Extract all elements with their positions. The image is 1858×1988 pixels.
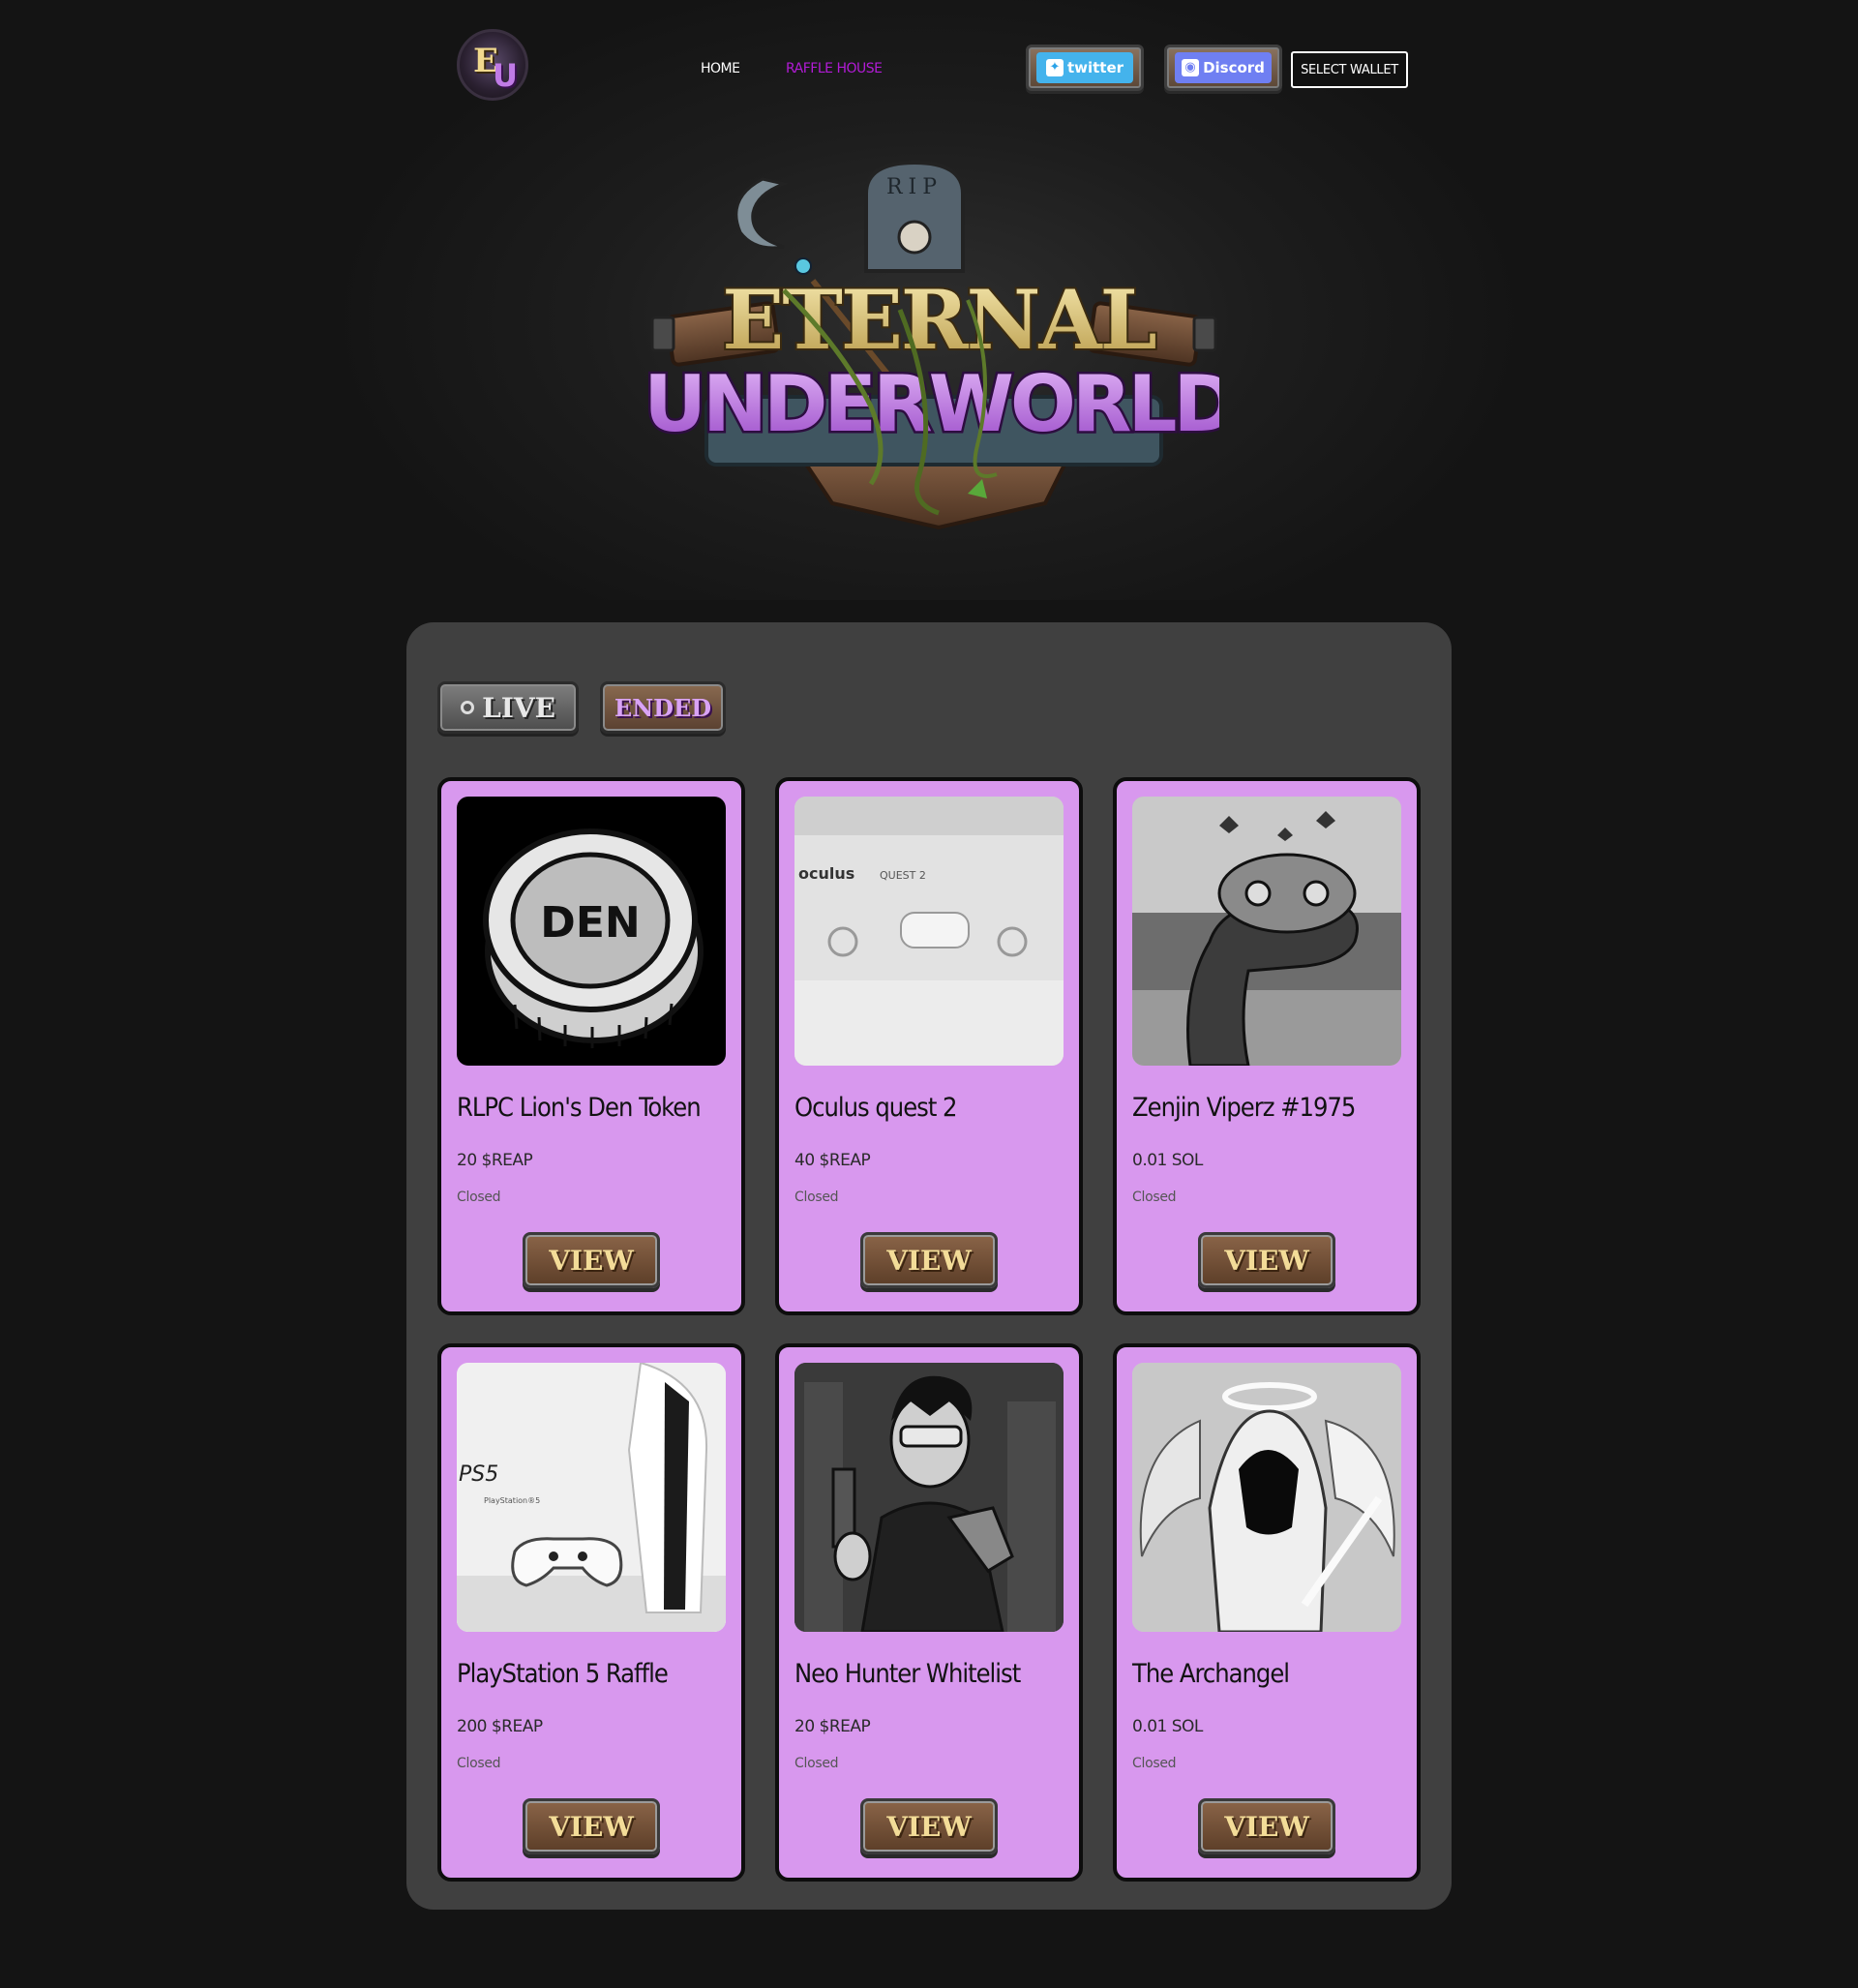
card-title: Oculus quest 2 — [794, 1093, 958, 1123]
coin-text: DEN — [540, 898, 640, 948]
site-header: E U Home Raffle House ✦ twitter ◉ Discor… — [0, 0, 1858, 136]
card-price: 0.01 SOL — [1132, 1151, 1203, 1170]
ps5-console-image: PS5 PlayStation®5 — [457, 1363, 726, 1632]
oculus-brand-text: oculus — [798, 864, 854, 883]
nav-home-link[interactable]: Home — [701, 61, 740, 76]
view-button[interactable]: VIEW — [1198, 1232, 1335, 1288]
card-status: Closed — [457, 1190, 501, 1205]
raffle-card: The Archangel 0.01 SOL Closed VIEW — [1113, 1343, 1421, 1882]
oculus-box-image: oculus QUEST 2 — [794, 797, 1064, 1066]
card-status: Closed — [794, 1190, 839, 1205]
ps5-logo-text: PS5 — [459, 1462, 498, 1487]
discord-button-face: ◉ Discord — [1175, 52, 1272, 83]
discord-logo-icon: ◉ — [1182, 59, 1200, 76]
card-status: Closed — [1132, 1756, 1177, 1771]
view-button[interactable]: VIEW — [860, 1232, 998, 1288]
discord-label: Discord — [1203, 59, 1265, 76]
cyberpunk-hunter-image — [794, 1363, 1064, 1632]
tombstone-text: RIP — [886, 175, 943, 199]
tab-ended[interactable]: ENDED — [600, 681, 726, 734]
card-title: RLPC Lion's Den Token — [457, 1093, 702, 1123]
card-title: Neo Hunter Whitelist — [794, 1659, 1021, 1689]
twitter-button[interactable]: ✦ twitter — [1026, 45, 1144, 91]
card-title: Zenjin Viperz #1975 — [1132, 1093, 1356, 1123]
pixel-serpent-image — [1132, 797, 1401, 1066]
card-price: 200 $REAP — [457, 1717, 543, 1736]
den-coin-image: DEN — [457, 797, 726, 1066]
raffle-card: oculus QUEST 2 Oculus quest 2 40 $REAP C… — [775, 777, 1083, 1315]
discord-button[interactable]: ◉ Discord — [1164, 45, 1282, 91]
card-price: 20 $REAP — [457, 1151, 533, 1170]
tab-live[interactable]: LIVE — [437, 681, 579, 734]
twitter-label: twitter — [1066, 59, 1124, 76]
tab-ended-label: ENDED — [614, 693, 712, 722]
view-button[interactable]: VIEW — [523, 1232, 660, 1288]
card-title: PlayStation 5 Raffle — [457, 1659, 669, 1689]
card-status: Closed — [1132, 1190, 1177, 1205]
logo-title-bottom: UNDERWORLD — [648, 359, 1219, 449]
view-button[interactable]: VIEW — [523, 1798, 660, 1854]
ps5-brand-text: PlayStation®5 — [484, 1496, 540, 1505]
card-status: Closed — [457, 1756, 501, 1771]
logo-letter-u: U — [493, 57, 518, 94]
card-price: 0.01 SOL — [1132, 1717, 1203, 1736]
nav-raffle-house-link[interactable]: Raffle House — [786, 61, 883, 76]
view-button[interactable]: VIEW — [860, 1798, 998, 1854]
site-logo[interactable]: E U — [457, 29, 528, 101]
archangel-image — [1132, 1363, 1401, 1632]
view-button[interactable]: VIEW — [1198, 1798, 1335, 1854]
logo-title-top: ETERNAL — [722, 272, 1155, 368]
oculus-model-text: QUEST 2 — [880, 869, 926, 882]
tab-live-label: LIVE — [482, 691, 555, 724]
card-status: Closed — [794, 1756, 839, 1771]
card-title: The Archangel — [1132, 1659, 1290, 1689]
twitter-button-face: ✦ twitter — [1036, 52, 1133, 83]
raffle-card: PS5 PlayStation®5 PlayStation 5 Raffle 2… — [437, 1343, 745, 1882]
card-price: 40 $REAP — [794, 1151, 871, 1170]
raffle-card: DEN RLPC Lion's Den Token 20 $REAP Close… — [437, 777, 745, 1315]
twitter-bird-icon: ✦ — [1045, 59, 1064, 76]
select-wallet-button[interactable]: Select Wallet — [1291, 51, 1408, 88]
card-price: 20 $REAP — [794, 1717, 871, 1736]
live-dot-icon — [461, 701, 475, 714]
raffle-card: Zenjin Viperz #1975 0.01 SOL Closed VIEW — [1113, 777, 1421, 1315]
eternal-underworld-logo: RIP ETERNAL UNDERWORLD — [648, 160, 1219, 530]
raffle-card: Neo Hunter Whitelist 20 $REAP Closed VIE… — [775, 1343, 1083, 1882]
